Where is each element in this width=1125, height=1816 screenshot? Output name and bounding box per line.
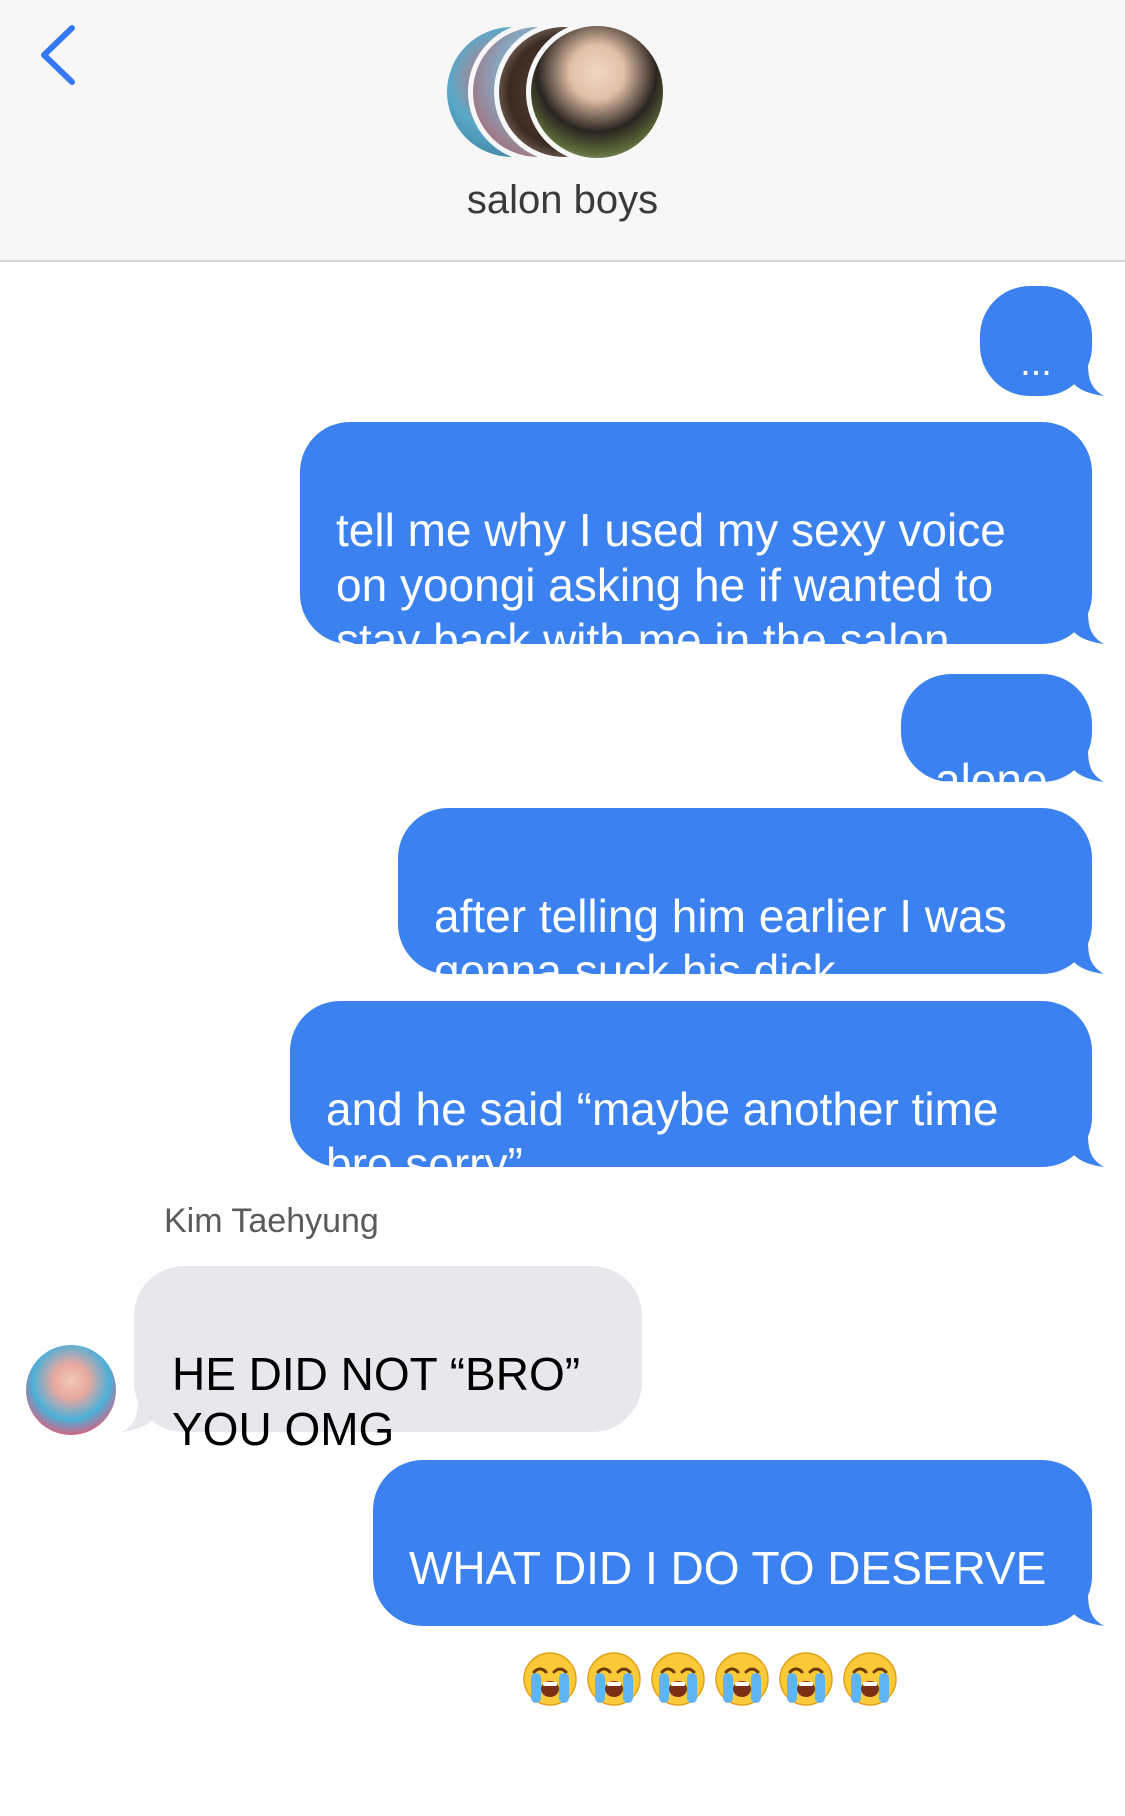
bubble-tail-icon [1064,610,1104,644]
sender-name: Kim Taehyung [164,1202,379,1240]
avatar[interactable] [26,1345,116,1435]
message-text: tell me why I used my sexy voice on yoon… [336,504,1006,666]
bubble-tail-icon [1064,1133,1104,1167]
loudly-crying-face-icon [523,1651,577,1706]
sent-message-bubble[interactable]: WHAT DID I DO TO DESERVE THIS [373,1460,1104,1706]
conversation-header: salon boys [0,0,1125,262]
group-name[interactable]: salon boys [0,178,1125,223]
sent-message-bubble[interactable]: alone [901,674,1104,806]
message-text: alone [935,754,1048,806]
bubble-tail-icon [1064,362,1104,396]
bubble-tail-icon [122,1398,162,1432]
loudly-crying-face-icon [651,1651,705,1706]
avatar [526,21,668,163]
bubble-tail-icon [1064,1592,1104,1626]
back-button[interactable] [30,20,90,90]
message-text-line: WHAT DID I DO TO DESERVE [409,1542,1047,1594]
sent-message-bubble[interactable]: tell me why I used my sexy voice on yoon… [300,422,1104,666]
received-message-bubble[interactable]: HE DID NOT “BRO” YOU OMG [122,1266,642,1455]
loudly-crying-face-icon [843,1651,897,1706]
group-avatar-stack[interactable] [440,18,680,168]
message-text: after telling him earlier I was gonna su… [434,890,1007,997]
loudly-crying-face-icon [715,1651,769,1706]
loudly-crying-face-icon [779,1651,833,1706]
sent-message-bubble[interactable]: ... [980,286,1104,396]
chevron-left-icon [41,25,75,85]
bubble-tail-icon [1064,748,1104,782]
emoji-row [522,1651,898,1707]
loudly-crying-face-icon [587,1651,641,1706]
sent-message-bubble[interactable]: and he said “maybe another time bro sorr… [290,1001,1104,1190]
message-text: HE DID NOT “BRO” YOU OMG [172,1348,581,1455]
message-text-line: THIS [409,1652,514,1704]
sent-message-bubble[interactable]: after telling him earlier I was gonna su… [398,808,1104,997]
bubble-tail-icon [1064,940,1104,974]
message-text: ... [1020,342,1052,384]
message-text: and he said “maybe another time bro sorr… [326,1083,999,1190]
